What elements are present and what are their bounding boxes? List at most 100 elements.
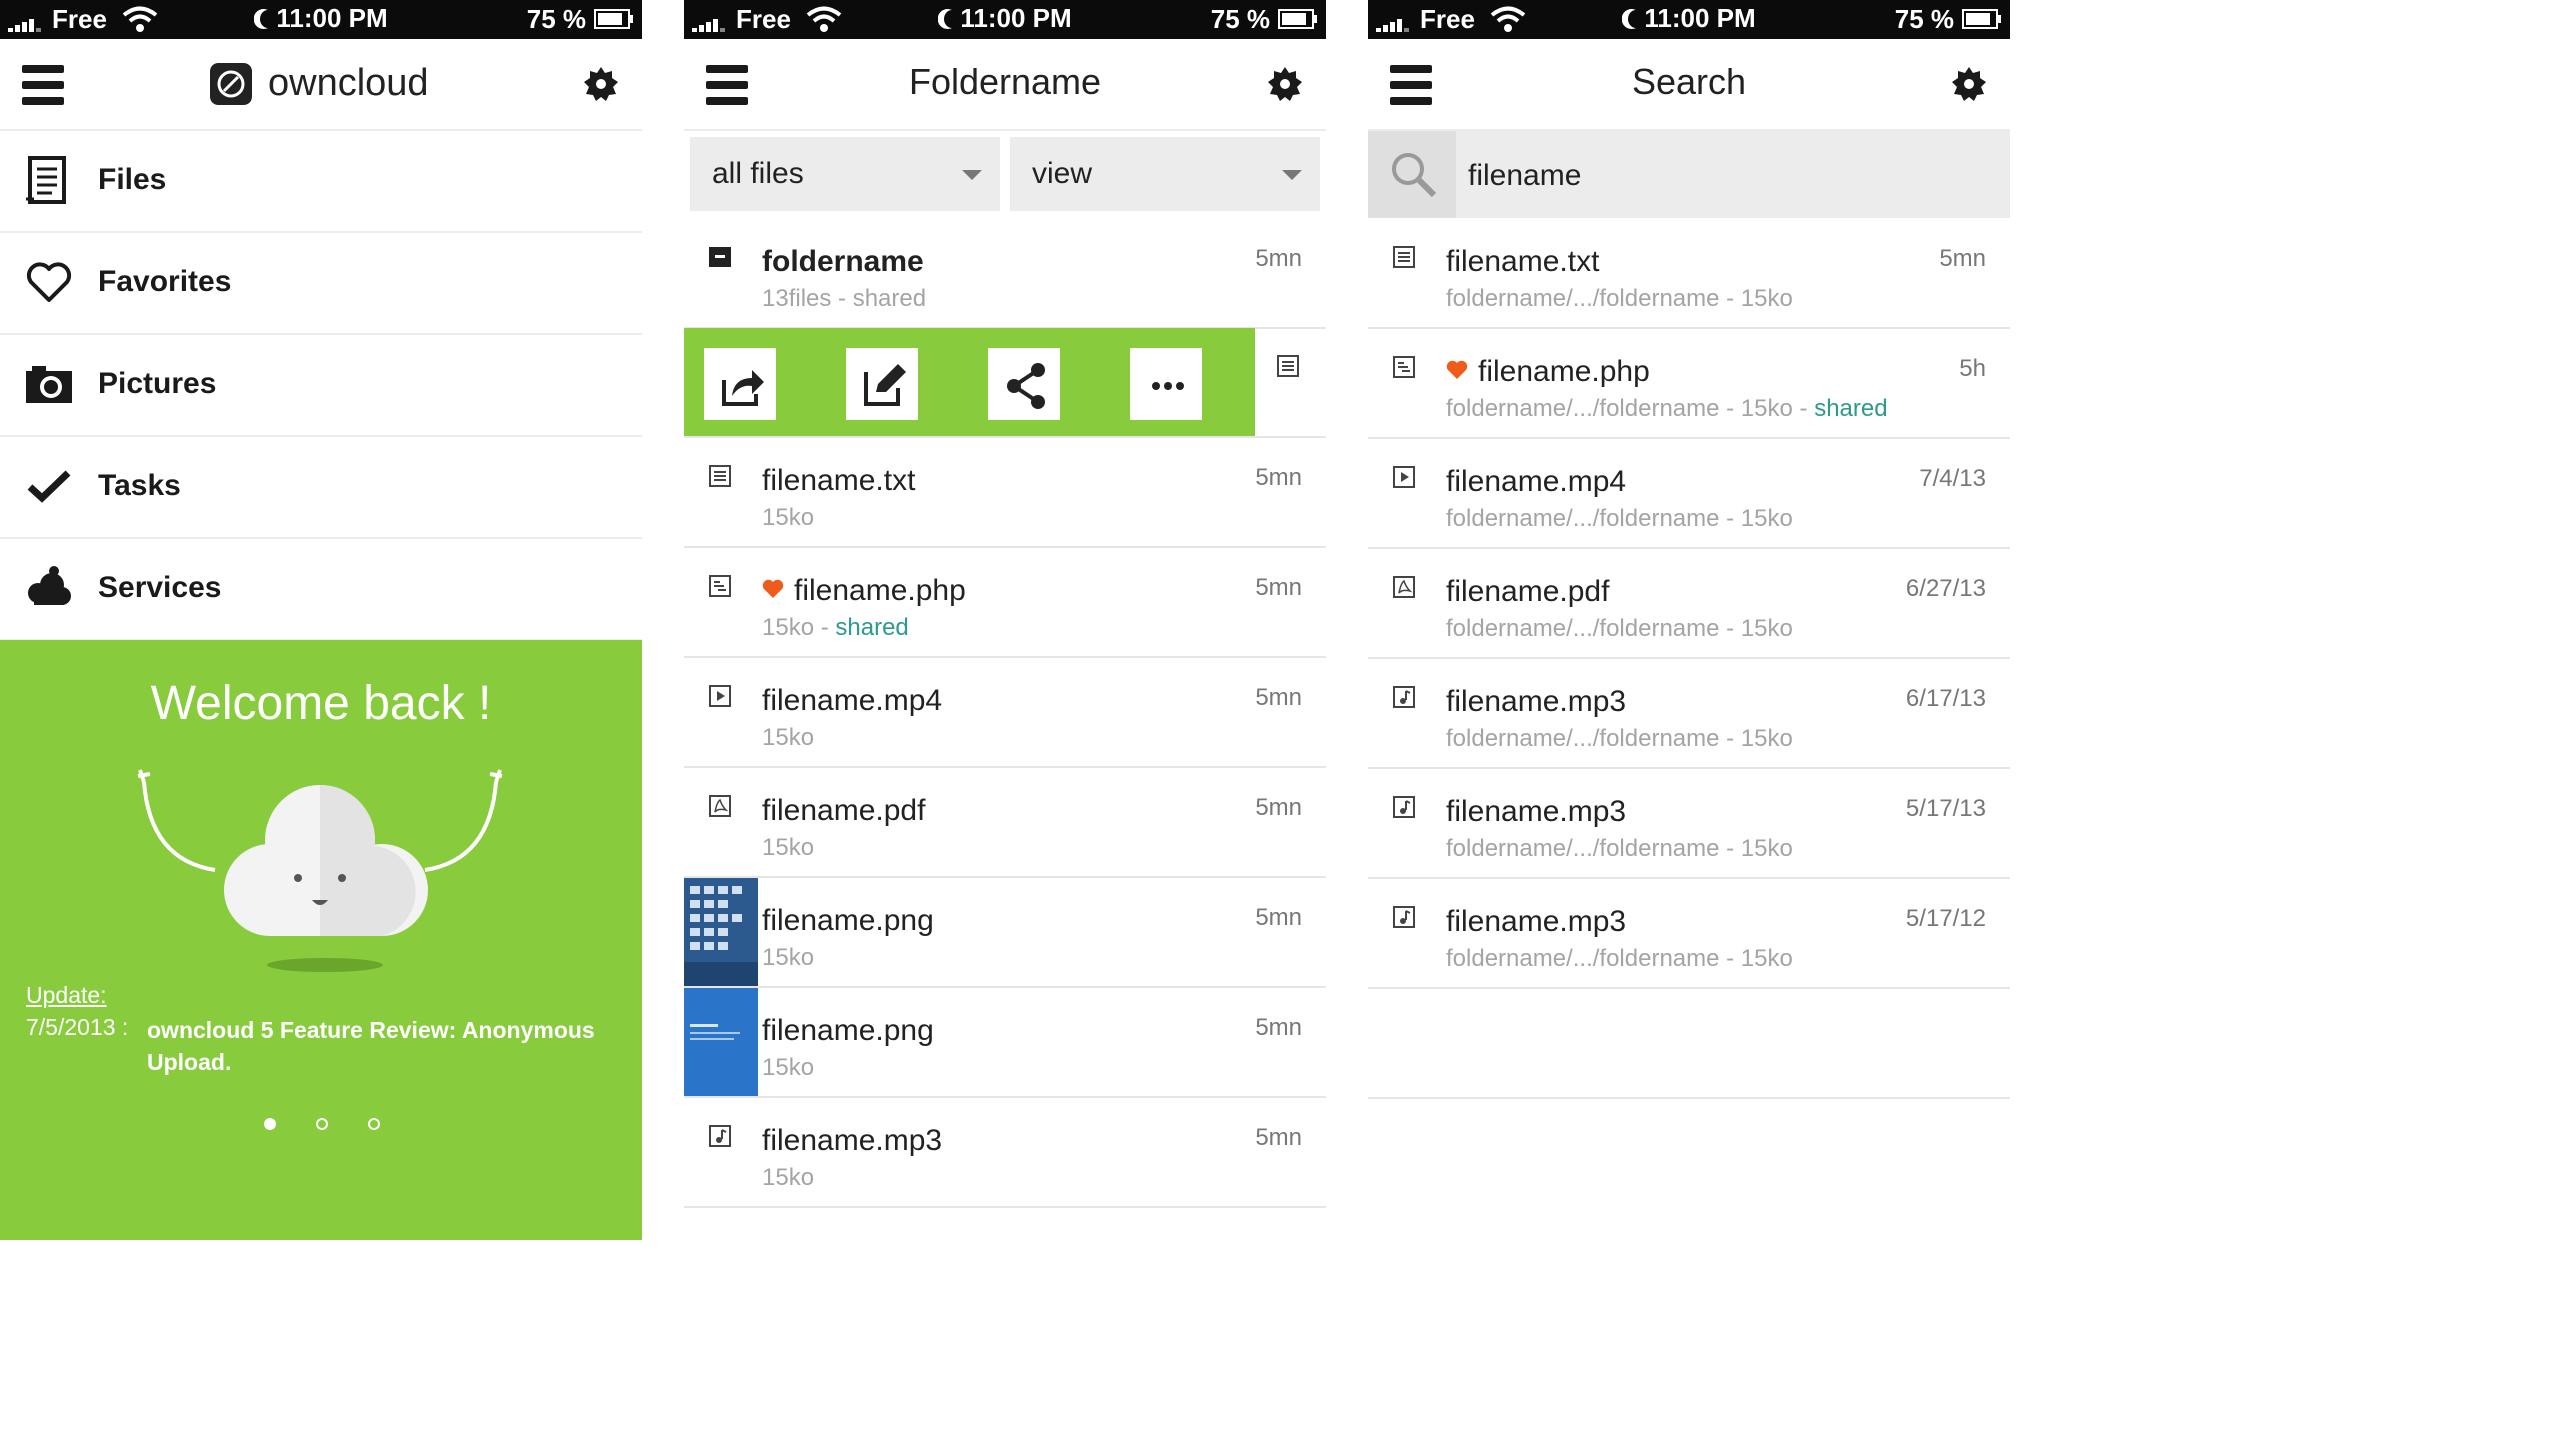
- file-row[interactable]: filename.png 15ko 5mn: [684, 988, 1326, 1098]
- favorite-heart-icon[interactable]: [762, 579, 784, 599]
- file-name: filename.png: [762, 904, 934, 937]
- text-file-icon: [1277, 355, 1299, 377]
- app-header: owncloud: [0, 39, 642, 131]
- folder-screen: Free 11:00 PM 75 % Foldername all files …: [684, 0, 1326, 1240]
- file-action-bar: [684, 328, 1326, 438]
- filter-bar: all files view: [684, 131, 1326, 219]
- search-icon: [1392, 153, 1437, 198]
- search-result-row[interactable]: filename.mp3 foldername/.../foldername -…: [1368, 769, 2010, 879]
- text-file-icon: [709, 465, 731, 487]
- folder-icon: [709, 247, 731, 267]
- file-row[interactable]: filename.pdf 15ko 5mn: [684, 768, 1326, 878]
- nav-item-favorites[interactable]: Favorites: [0, 233, 642, 335]
- nav-item-tasks[interactable]: Tasks: [0, 437, 642, 539]
- chevron-down-icon: [962, 170, 982, 180]
- audio-file-icon: [1393, 906, 1415, 928]
- page-title: Foldername: [908, 61, 1102, 102]
- logo-text: owncloud: [268, 62, 429, 104]
- audio-file-icon: [1393, 796, 1415, 818]
- edit-button[interactable]: [846, 348, 918, 420]
- view-dropdown[interactable]: view: [1010, 137, 1320, 211]
- search-result-row[interactable]: filename.mp4 foldername/.../foldername -…: [1368, 439, 2010, 549]
- search-result-row[interactable]: filename.mp3 foldername/.../foldername -…: [1368, 659, 2010, 769]
- nav-item-services[interactable]: Services: [0, 539, 642, 641]
- video-file-icon: [709, 685, 731, 707]
- shared-label: shared: [1814, 395, 1888, 422]
- file-time: 5mn: [1255, 794, 1302, 821]
- search-input[interactable]: [1466, 131, 1990, 220]
- file-meta: foldername/.../foldername - 15ko: [1446, 835, 1793, 862]
- moon-icon: [254, 9, 269, 29]
- search-button[interactable]: [1368, 131, 1456, 218]
- file-time: 7/4/13: [1919, 465, 1986, 492]
- file-name: filename.mp4: [1446, 465, 1627, 498]
- moon-icon: [938, 9, 953, 29]
- chevron-down-icon: [1282, 170, 1302, 180]
- page-dot-3[interactable]: [368, 1118, 380, 1130]
- more-icon: [1152, 382, 1184, 390]
- battery-icon: [1278, 9, 1317, 29]
- status-time: 11:00 PM: [1644, 3, 1756, 33]
- file-time: 5mn: [1255, 684, 1302, 711]
- page-dot-1[interactable]: [264, 1118, 276, 1130]
- nav-label: Pictures: [98, 367, 217, 400]
- action-bar-background: [684, 328, 1255, 436]
- favorite-heart-icon[interactable]: [1446, 360, 1468, 380]
- file-time: 5h: [1959, 355, 1986, 382]
- code-file-icon: [709, 575, 731, 597]
- nav-label: Files: [98, 163, 167, 196]
- share-button[interactable]: [988, 348, 1060, 420]
- pdf-file-icon: [709, 795, 731, 817]
- search-result-row[interactable]: filename.php foldername/.../foldername -…: [1368, 329, 2010, 439]
- menu-screen: Free 11:00 PM 75 % owncloud Files Favori…: [0, 0, 642, 1240]
- search-result-row[interactable]: filename.txt foldername/.../foldername -…: [1368, 219, 2010, 329]
- file-name: filename.pdf: [762, 794, 926, 827]
- update-label[interactable]: Update:: [26, 982, 107, 1009]
- update-text[interactable]: owncloud 5 Feature Review: Anonymous Upl…: [147, 1014, 617, 1078]
- image-thumbnail: [684, 988, 758, 1096]
- file-row[interactable]: filename.png 15ko 5mn: [684, 878, 1326, 988]
- gear-icon[interactable]: [582, 65, 620, 103]
- folder-meta: 13files - shared: [762, 285, 927, 312]
- search-result-row[interactable]: filename.mp3 foldername/.../foldername -…: [1368, 879, 2010, 989]
- empty-row: [1368, 989, 2010, 1099]
- gear-icon[interactable]: [1266, 65, 1304, 103]
- file-meta: 15ko: [762, 1054, 815, 1081]
- file-row[interactable]: filename.php 15ko - shared 5mn: [684, 548, 1326, 658]
- file-name: filename.mp3: [1446, 795, 1627, 828]
- more-button[interactable]: [1130, 348, 1202, 420]
- file-row[interactable]: filename.mp3 15ko 5mn: [684, 1098, 1326, 1208]
- status-bar: Free 11:00 PM 75 %: [684, 0, 1326, 39]
- audio-file-icon: [709, 1125, 731, 1147]
- battery-icon: [594, 9, 633, 29]
- filter-dropdown[interactable]: all files: [690, 137, 1000, 211]
- folder-row[interactable]: foldername 13files - shared 5mn: [684, 219, 1326, 329]
- nav-item-files[interactable]: Files: [0, 131, 642, 233]
- folder-name: foldername: [762, 245, 924, 278]
- page-dot-2[interactable]: [316, 1118, 328, 1130]
- file-meta: foldername/.../foldername - 15ko: [1446, 945, 1793, 972]
- file-row[interactable]: filename.txt 15ko 5mn: [684, 438, 1326, 548]
- file-name: filename.php: [1478, 355, 1650, 388]
- gear-icon[interactable]: [1950, 65, 1988, 103]
- battery-percent: 75 %: [1894, 4, 1954, 34]
- battery-percent: 75 %: [1210, 4, 1270, 34]
- file-time: 5/17/13: [1905, 795, 1986, 822]
- file-meta: 15ko: [762, 944, 815, 971]
- file-meta: foldername/.../foldername - 15ko: [1446, 285, 1793, 312]
- file-time: 6/17/13: [1905, 685, 1986, 712]
- file-meta: 15ko -: [762, 614, 836, 641]
- open-with-button[interactable]: [704, 348, 776, 420]
- hamburger-menu-icon[interactable]: [22, 65, 64, 105]
- file-name: filename.php: [794, 574, 966, 607]
- search-result-row[interactable]: filename.pdf foldername/.../foldername -…: [1368, 549, 2010, 659]
- cloud-mascot-illustration: [137, 769, 503, 972]
- file-meta: foldername/.../foldername - 15ko -: [1446, 395, 1815, 422]
- file-time: 5mn: [1255, 464, 1302, 491]
- file-meta: foldername/.../foldername - 15ko: [1446, 615, 1793, 642]
- file-time: 5mn: [1255, 1124, 1302, 1151]
- page-title: Search: [1631, 61, 1747, 102]
- nav-item-pictures[interactable]: Pictures: [0, 335, 642, 437]
- share-out-icon: [722, 370, 764, 406]
- file-row[interactable]: filename.mp4 15ko 5mn: [684, 658, 1326, 768]
